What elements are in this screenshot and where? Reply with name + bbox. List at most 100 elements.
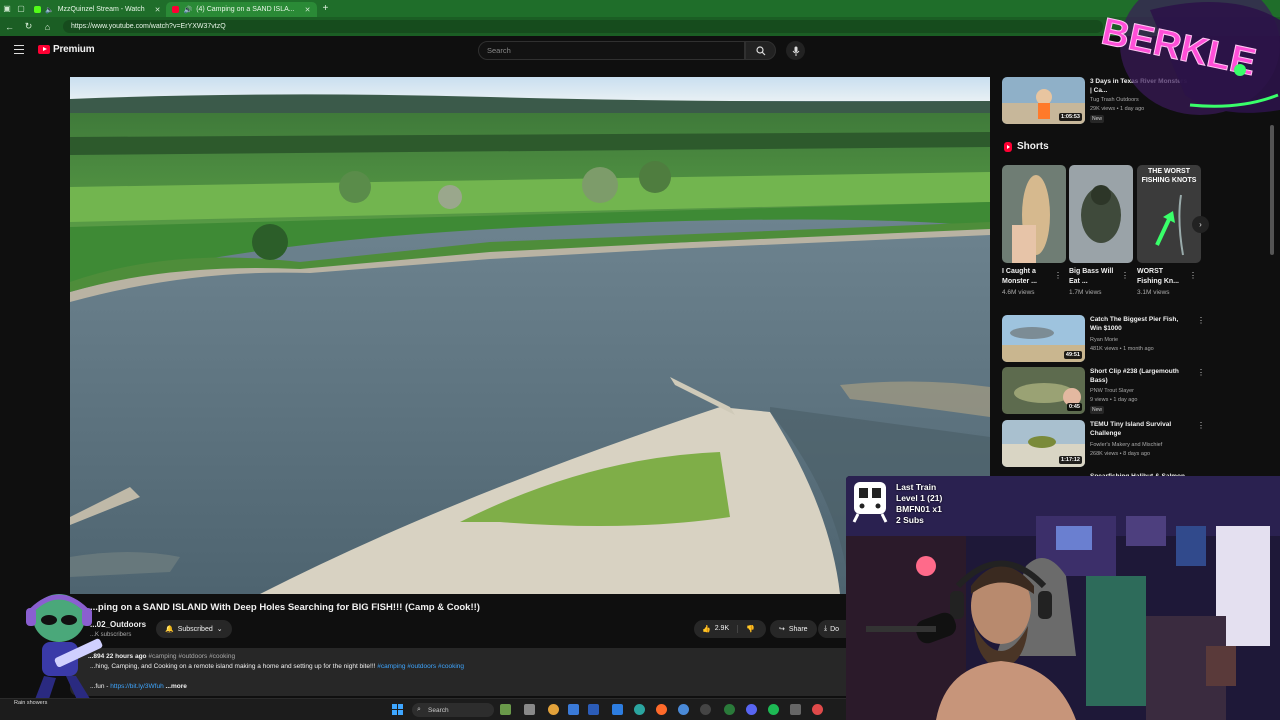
share-label: Share — [788, 625, 808, 633]
app-icon[interactable] — [588, 704, 599, 715]
recommended-video[interactable]: 49:51 Catch The Biggest Pier Fish, Win $… — [1002, 315, 1205, 363]
app-icon[interactable] — [724, 704, 735, 715]
subscribed-button[interactable]: 🔔 Subscribed ⌄ — [156, 620, 232, 638]
subscribed-label: Subscribed — [177, 625, 213, 633]
video-duration: 0:45 — [1066, 403, 1082, 411]
video-title: ...ping on a SAND ISLAND With Deep Holes… — [90, 602, 480, 613]
app-icon[interactable] — [524, 704, 535, 715]
more-options-icon[interactable]: ⋮ — [1121, 271, 1129, 280]
app-icon[interactable] — [700, 704, 711, 715]
short-item[interactable]: I Caught a Monster ... 4.6M views ⋮ — [1002, 165, 1066, 296]
chevron-down-icon: ⌄ — [216, 626, 223, 633]
browser-tab-1[interactable]: 🔊 (4) Camping on a SAND ISLA... ✕ — [166, 2, 317, 17]
chevron-right-icon: › — [1199, 220, 1202, 229]
menu-icon[interactable] — [14, 45, 24, 55]
sub-alert: Last Train Level 1 (21) BMFN01 x1 2 Subs — [850, 480, 942, 526]
short-item[interactable]: THE WORST FISHING KNOTS WORST Fishing Kn… — [1137, 165, 1201, 296]
spotify-icon[interactable] — [768, 704, 779, 715]
short-views: 3.1M views — [1137, 289, 1170, 296]
video-duration: 49:51 — [1063, 351, 1082, 359]
hashtags-top[interactable]: #camping #outdoors #cooking — [148, 653, 235, 660]
audio-icon[interactable]: 🔊 — [183, 6, 192, 14]
video-thumbnail[interactable]: 49:51 — [1002, 315, 1085, 362]
app-icon[interactable] — [678, 704, 689, 715]
app-icon[interactable] — [548, 704, 559, 715]
short-item[interactable]: Big Bass Will Eat ... 1.7M views ⋮ — [1069, 165, 1133, 296]
home-icon[interactable]: ⌂ — [38, 22, 57, 32]
shorts-next-button[interactable]: › — [1192, 216, 1209, 233]
close-tab-icon[interactable]: ✕ — [155, 6, 161, 14]
window-menu-icon[interactable]: ▣ — [0, 0, 14, 17]
video-duration: 1:05:53 — [1059, 113, 1082, 121]
description-link[interactable]: https://bit.ly/3Wfuh — [110, 683, 163, 690]
more-options-icon[interactable]: ⋮ — [1189, 271, 1197, 280]
search-input[interactable]: Search — [478, 41, 745, 60]
reload-icon[interactable]: ↻ — [19, 21, 38, 32]
short-title: Big Bass Will Eat ... — [1069, 268, 1114, 285]
search-button[interactable] — [745, 41, 776, 60]
app-icon[interactable] — [656, 704, 667, 715]
short-thumbnail[interactable]: THE WORST FISHING KNOTS — [1137, 165, 1201, 263]
screen: ▣ ▢ 🔈 MzzQuinzel Stream - Watch ✕ 🔊 (4) … — [0, 0, 1280, 720]
share-button[interactable]: ↪ Share — [770, 620, 817, 638]
search-icon: ⌕ — [417, 706, 421, 713]
weather-text: Rain showers — [14, 700, 48, 706]
description-text: ...hing, Camping, and Cooking on a remot… — [90, 663, 376, 670]
windows-start-icon[interactable] — [392, 704, 403, 715]
close-tab-icon[interactable]: ✕ — [305, 6, 311, 14]
discord-icon[interactable] — [746, 704, 757, 715]
more-options-icon[interactable]: ⋮ — [1197, 421, 1205, 430]
hashtags-inline[interactable]: #camping #outdoors #cooking — [377, 663, 464, 670]
view-stats: 481K views • 1 month ago — [1090, 346, 1154, 352]
app-icon[interactable] — [500, 704, 511, 715]
tab-actions-icon[interactable]: ▢ — [14, 0, 28, 17]
new-tab-button[interactable]: + — [317, 3, 335, 14]
alert-line-2: Level 1 (21) — [896, 493, 943, 503]
url-field[interactable]: https://www.youtube.com/watch?v=ErYXW37v… — [63, 20, 1103, 33]
more-options-icon[interactable]: ⋮ — [1197, 316, 1205, 325]
short-thumbnail[interactable] — [1002, 165, 1066, 263]
description-box[interactable]: ...894 22 hours ago #camping #outdoors #… — [70, 648, 860, 696]
weather-widget[interactable]: Rain showers — [14, 700, 47, 707]
video-title: Short Clip #238 (Largemouth Bass) — [1090, 368, 1179, 384]
app-icon[interactable] — [790, 704, 801, 715]
more-options-icon[interactable]: ⋮ — [1197, 368, 1205, 377]
tab-title: MzzQuinzel Stream - Watch — [57, 6, 145, 13]
channel-name: Ryan Morie — [1090, 337, 1119, 343]
app-icon[interactable] — [612, 704, 623, 715]
youtube-play-icon — [38, 45, 50, 54]
browser-tab-0[interactable]: 🔈 MzzQuinzel Stream - Watch ✕ — [28, 2, 166, 17]
short-thumbnail[interactable] — [1069, 165, 1133, 263]
show-more-button[interactable]: ...more — [166, 683, 187, 690]
app-icon[interactable] — [568, 704, 579, 715]
logo-text: Premium — [53, 44, 95, 55]
url-text: https://www.youtube.com/watch?v=ErYXW37v… — [71, 23, 226, 30]
taskbar-search-label: Search — [428, 706, 449, 714]
sidebar-scrollbar[interactable] — [1270, 125, 1274, 255]
more-options-icon[interactable]: ⋮ — [1054, 271, 1062, 280]
video-thumbnail[interactable]: 1:05:53 — [1002, 77, 1085, 124]
app-icon[interactable] — [812, 704, 823, 715]
mute-icon[interactable]: 🔈 — [45, 6, 54, 14]
shorts-heading: Shorts — [1004, 141, 1049, 152]
search-placeholder: Search — [487, 46, 511, 55]
like-button[interactable]: 👍 2.9K — [694, 625, 738, 633]
taskbar-search[interactable]: ⌕ Search — [412, 703, 494, 717]
back-icon[interactable]: ← — [0, 22, 19, 32]
video-thumbnail[interactable]: 0:45 — [1002, 367, 1085, 414]
shorts-icon — [1004, 141, 1012, 152]
video-thumbnail[interactable]: 1:17:12 — [1002, 420, 1085, 467]
like-count: 2.9K — [714, 625, 730, 632]
new-badge: New — [1090, 406, 1105, 414]
video-title: TEMU Tiny Island Survival Challenge — [1090, 421, 1172, 437]
alert-line-4: 2 Subs — [896, 515, 924, 525]
thumbs-down-icon: 👎 — [746, 626, 755, 633]
edge-icon[interactable] — [634, 704, 645, 715]
dislike-button[interactable]: 👎 — [738, 625, 755, 633]
recommended-video[interactable]: 0:45 Short Clip #238 (Largemouth Bass) P… — [1002, 367, 1205, 415]
recommended-video[interactable]: 1:17:12 TEMU Tiny Island Survival Challe… — [1002, 420, 1205, 468]
youtube-logo[interactable]: Premium — [38, 44, 95, 55]
video-duration: 1:17:12 — [1059, 456, 1082, 464]
voice-search-button[interactable] — [786, 41, 805, 60]
tab-title: (4) Camping on a SAND ISLA... — [196, 6, 295, 13]
